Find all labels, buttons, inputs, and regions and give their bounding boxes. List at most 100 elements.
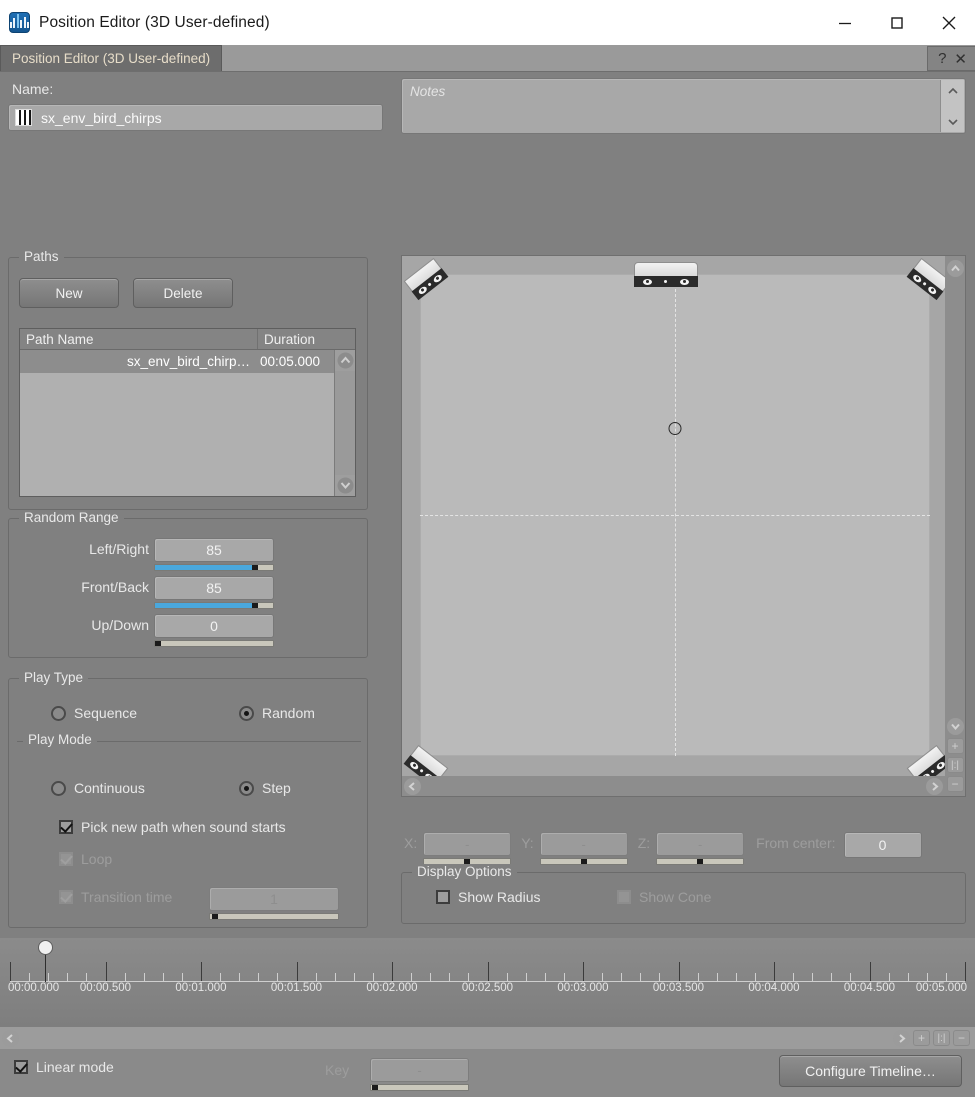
chevron-right-icon[interactable] <box>926 777 943 795</box>
z-label: Z: <box>637 835 651 851</box>
chevron-right-icon[interactable] <box>893 1029 910 1047</box>
front-back-input[interactable]: 85 <box>154 576 274 600</box>
timeline-minor-tick <box>411 973 413 981</box>
chevron-up-icon[interactable] <box>335 350 355 371</box>
notes-textarea[interactable]: Notes <box>401 78 966 134</box>
timeline-minor-tick <box>315 973 317 981</box>
up-down-input[interactable]: 0 <box>154 614 274 638</box>
close-icon[interactable]: ✕ <box>954 50 967 68</box>
timeline-minor-tick <box>640 973 642 981</box>
radio-continuous-dot[interactable] <box>51 780 66 796</box>
timeline-playhead[interactable] <box>38 940 53 982</box>
random-range-group: Random Range Left/Right 85 Front/Back 85… <box>8 510 368 658</box>
checkbox-linear-mode[interactable]: Linear mode <box>14 1059 114 1075</box>
listener-position-marker[interactable] <box>668 422 682 435</box>
timeline-ruler[interactable]: 00:00.000 00:00.500 00:01.000 00:01.500 00:0… <box>0 938 975 1027</box>
zoom-in-button[interactable]: + <box>946 738 964 754</box>
timeline-tick-label: 00:04.500 <box>843 982 896 994</box>
checkbox-pick-new-path-box[interactable] <box>59 820 73 834</box>
chevron-left-icon[interactable] <box>404 777 421 795</box>
checkbox-show-cone-label: Show Cone <box>639 889 712 905</box>
zoom-reset-button[interactable]: |:| <box>946 757 964 773</box>
timeline-minor-tick <box>353 973 355 981</box>
position-viewport[interactable]: + |:| − <box>401 255 966 797</box>
play-mode-legend: Play Mode <box>23 732 97 747</box>
radio-random-label: Random <box>262 705 315 721</box>
chevron-down-icon[interactable] <box>946 718 964 735</box>
notes-scrollbar[interactable] <box>940 80 964 132</box>
radio-random[interactable]: Random <box>239 705 315 721</box>
paths-group: Paths New Delete Path Name Duration sx_e… <box>8 249 368 510</box>
delete-path-button[interactable]: Delete <box>133 278 233 308</box>
name-input[interactable]: sx_env_bird_chirps <box>8 104 383 131</box>
paths-legend: Paths <box>19 249 64 264</box>
timeline-minor-tick <box>945 973 947 981</box>
timeline-minor-tick <box>659 973 661 981</box>
chevron-left-icon[interactable] <box>2 1029 19 1047</box>
timeline-zoom-reset-button[interactable]: |:| <box>933 1030 950 1046</box>
configure-timeline-label: Configure Timeline… <box>805 1063 936 1079</box>
checkbox-loop-box <box>59 852 73 866</box>
timeline-major-tick <box>583 962 584 981</box>
close-icon[interactable] <box>923 0 975 45</box>
timeline-minor-tick <box>793 973 795 981</box>
window-title: Position Editor (3D User-defined) <box>39 13 270 31</box>
timeline-minor-tick <box>277 973 279 981</box>
configure-timeline-button[interactable]: Configure Timeline… <box>779 1055 962 1087</box>
transition-time-slider <box>209 913 339 920</box>
row-path-name: sx_env_bird_chirp… <box>126 354 250 369</box>
checkbox-show-radius[interactable]: Show Radius <box>436 889 541 905</box>
chevron-up-icon[interactable] <box>941 80 964 101</box>
timeline-minor-tick <box>220 973 222 981</box>
checkbox-transition-time-label: Transition time <box>81 889 173 905</box>
chevron-down-icon[interactable] <box>941 111 964 132</box>
radio-step-dot[interactable] <box>239 780 254 796</box>
radio-continuous[interactable]: Continuous <box>51 780 145 796</box>
minimize-icon[interactable] <box>819 0 871 45</box>
help-icon[interactable]: ? <box>938 50 946 67</box>
table-row[interactable]: sx_env_bird_chirp… 00:05.000 <box>20 350 355 373</box>
radio-sequence[interactable]: Sequence <box>51 705 137 721</box>
timeline-ticks[interactable] <box>10 962 966 982</box>
timeline-major-tick <box>678 962 680 981</box>
radio-step[interactable]: Step <box>239 780 291 796</box>
new-path-button[interactable]: New <box>19 278 119 308</box>
column-duration: Duration <box>264 331 316 347</box>
left-right-input[interactable]: 85 <box>154 538 274 562</box>
tab-position-editor[interactable]: Position Editor (3D User-defined) <box>0 45 223 71</box>
timeline-major-tick <box>105 962 107 981</box>
checkbox-linear-mode-label: Linear mode <box>36 1059 114 1075</box>
paths-list-header: Path Name Duration <box>20 329 355 350</box>
radio-random-dot[interactable] <box>239 705 254 721</box>
checkbox-pick-new-path[interactable]: Pick new path when sound starts <box>59 819 286 835</box>
paths-list[interactable]: Path Name Duration sx_env_bird_chirp… 00… <box>19 328 356 497</box>
from-center-input[interactable]: 0 <box>843 832 922 858</box>
timeline-tick-label: 00:02.500 <box>461 982 514 994</box>
viewport-stage[interactable] <box>420 274 930 756</box>
zoom-out-button[interactable]: − <box>946 776 964 792</box>
chevron-up-icon[interactable] <box>946 260 964 277</box>
timeline-minor-tick <box>239 973 241 981</box>
radio-step-label: Step <box>262 780 291 796</box>
scroll-track[interactable] <box>335 371 355 475</box>
timeline-zoom-in-button[interactable]: + <box>913 1030 930 1046</box>
radio-sequence-dot[interactable] <box>51 705 66 721</box>
timeline-minor-tick <box>449 973 451 981</box>
y-label: Y: <box>521 835 534 851</box>
from-center-label: From center: <box>756 835 836 851</box>
paths-list-scrollbar[interactable] <box>334 350 355 496</box>
up-down-slider[interactable] <box>154 640 274 647</box>
chevron-down-icon[interactable] <box>335 475 355 496</box>
front-back-slider[interactable] <box>154 602 274 609</box>
transition-time-input: 1 <box>209 887 339 911</box>
checkbox-show-radius-box[interactable] <box>436 890 450 904</box>
speaker-top-center-icon[interactable] <box>634 262 698 287</box>
left-right-slider[interactable] <box>154 564 274 571</box>
footer-bar: Linear mode Key - Configure Timeline… <box>0 1049 975 1097</box>
timeline-minor-tick <box>48 973 50 981</box>
timeline-minor-tick <box>563 973 565 981</box>
checkbox-linear-mode-box[interactable] <box>14 1060 28 1074</box>
timeline-scrollbar[interactable]: + |:| − <box>0 1027 975 1049</box>
timeline-zoom-out-button[interactable]: − <box>953 1030 970 1046</box>
maximize-icon[interactable] <box>871 0 923 45</box>
